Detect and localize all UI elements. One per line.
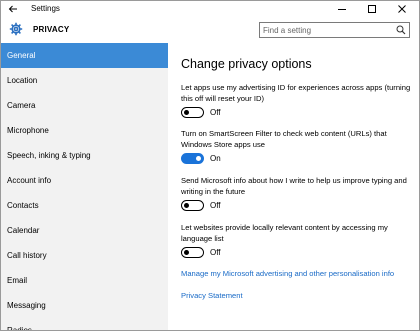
option-label-smartscreen: Turn on SmartScreen Filter to check web … [181, 129, 387, 149]
toggle-state-typing-info: Off [210, 201, 221, 210]
settings-header: PRIVACY [1, 17, 419, 43]
toggle-knob [184, 109, 189, 115]
section-title: PRIVACY [33, 25, 70, 34]
settings-window: Settings PRIVACY Gene [0, 0, 420, 331]
sidebar-item-email[interactable]: Email [1, 268, 168, 293]
window-title: Settings [31, 4, 60, 13]
toggle-typing-info[interactable] [181, 200, 204, 211]
maximize-button[interactable] [357, 1, 387, 17]
sidebar-item-location[interactable]: Location [1, 68, 168, 93]
sidebar: General Location Camera Microphone Speec… [1, 43, 168, 330]
option-label-language-list: Let websites provide locally relevant co… [181, 223, 388, 243]
back-arrow-icon[interactable] [7, 3, 19, 15]
toggle-knob [196, 155, 201, 161]
toggle-smartscreen[interactable] [181, 153, 204, 164]
maximize-icon [368, 5, 376, 13]
search-icon[interactable] [396, 25, 406, 35]
toggle-knob [184, 202, 189, 208]
sidebar-item-microphone[interactable]: Microphone [1, 118, 168, 143]
close-button[interactable] [387, 1, 417, 17]
sidebar-item-camera[interactable]: Camera [1, 93, 168, 118]
sidebar-item-general[interactable]: General [1, 43, 168, 68]
option-label-typing-info: Send Microsoft info about how I write to… [181, 176, 407, 196]
page-title: Change privacy options [181, 57, 312, 71]
search-input[interactable] [263, 25, 388, 36]
sidebar-item-calendar[interactable]: Calendar [1, 218, 168, 243]
sidebar-item-messaging[interactable]: Messaging [1, 293, 168, 318]
toggle-knob [184, 249, 189, 255]
minimize-icon [338, 9, 346, 10]
toggle-state-language-list: Off [210, 248, 221, 257]
minimize-button[interactable] [327, 1, 357, 17]
toggle-state-advertising-id: Off [210, 108, 221, 117]
toggle-state-smartscreen: On [210, 154, 221, 163]
toggle-advertising-id[interactable] [181, 107, 204, 118]
close-icon [398, 5, 406, 13]
toggle-language-list[interactable] [181, 247, 204, 258]
manage-advertising-link[interactable]: Manage my Microsoft advertising and othe… [181, 269, 394, 278]
sidebar-item-account-info[interactable]: Account info [1, 168, 168, 193]
sidebar-item-call-history[interactable]: Call history [1, 243, 168, 268]
gear-icon [9, 22, 23, 36]
sidebar-item-contacts[interactable]: Contacts [1, 193, 168, 218]
search-box[interactable] [259, 22, 410, 38]
option-label-advertising-id: Let apps use my advertising ID for exper… [181, 83, 411, 103]
main-content: Change privacy options Let apps use my a… [168, 43, 419, 330]
title-bar: Settings [1, 1, 419, 17]
sidebar-item-speech-inking-typing[interactable]: Speech, inking & typing [1, 143, 168, 168]
sidebar-item-radios[interactable]: Radios [1, 318, 168, 330]
privacy-statement-link[interactable]: Privacy Statement [181, 291, 243, 300]
